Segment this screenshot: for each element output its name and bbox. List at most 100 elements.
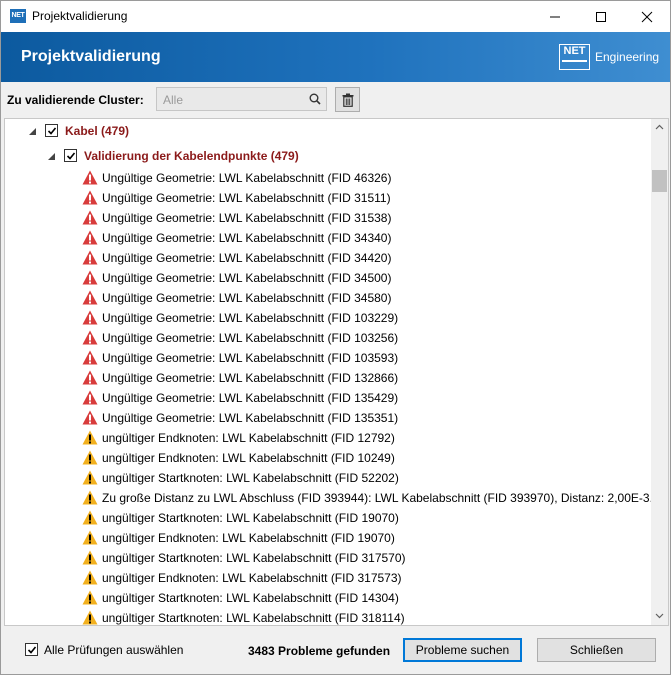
tree-node-kabelendpunkte-label: Validierung der Kabelendpunkte (479) — [84, 149, 299, 163]
problem-item[interactable]: Ungültige Geometrie: LWL Kabelabschnitt … — [5, 169, 650, 189]
problem-item[interactable]: ungültiger Startknoten: LWL Kabelabschni… — [5, 469, 650, 489]
problem-item[interactable]: Ungültige Geometrie: LWL Kabelabschnitt … — [5, 269, 650, 289]
logo-caption: Engineering — [595, 50, 660, 64]
warning-triangle-icon — [82, 610, 98, 625]
error-triangle-icon — [82, 330, 98, 345]
tree-node-kabel[interactable]: Kabel (479) — [5, 122, 645, 142]
expand-triangle-icon[interactable] — [29, 128, 37, 136]
problem-item[interactable]: Ungültige Geometrie: LWL Kabelabschnitt … — [5, 229, 650, 249]
problem-item-text: ungültiger Endknoten: LWL Kabelabschnitt… — [102, 571, 402, 585]
error-triangle-icon — [82, 290, 98, 305]
minimize-icon — [550, 16, 560, 18]
problem-item-text: Ungültige Geometrie: LWL Kabelabschnitt … — [102, 351, 399, 365]
problem-item-text: ungültiger Endknoten: LWL Kabelabschnitt… — [102, 451, 395, 465]
error-triangle-icon — [82, 350, 98, 365]
warning-triangle-icon — [82, 530, 98, 545]
tree-node-kabel-label: Kabel (479) — [65, 124, 130, 138]
checkmark-icon — [27, 646, 37, 654]
checkmark-icon — [66, 152, 76, 160]
header-banner: Projektvalidierung NET Engineering — [1, 32, 670, 82]
close-window-button[interactable] — [624, 1, 670, 32]
warning-triangle-icon — [82, 510, 98, 525]
scroll-down-arrow-icon[interactable] — [655, 611, 664, 620]
problem-item-text: Ungültige Geometrie: LWL Kabelabschnitt … — [102, 331, 399, 345]
problem-item[interactable]: ungültiger Startknoten: LWL Kabelabschni… — [5, 589, 650, 609]
problem-item[interactable]: Ungültige Geometrie: LWL Kabelabschnitt … — [5, 309, 650, 329]
search-problems-button[interactable]: Probleme suchen — [403, 638, 522, 662]
trash-icon — [342, 93, 354, 107]
problem-item-text: ungültiger Endknoten: LWL Kabelabschnitt… — [102, 431, 395, 445]
select-all-checkbox[interactable] — [25, 643, 38, 656]
problem-item-text: Ungültige Geometrie: LWL Kabelabschnitt … — [102, 211, 392, 225]
error-triangle-icon — [82, 410, 98, 425]
close-button[interactable]: Schließen — [537, 638, 656, 662]
problem-item[interactable]: ungültiger Startknoten: LWL Kabelabschni… — [5, 509, 650, 529]
error-triangle-icon — [82, 210, 98, 225]
problem-item[interactable]: ungültiger Endknoten: LWL Kabelabschnitt… — [5, 529, 650, 549]
cluster-search-input[interactable]: Alle — [156, 87, 327, 111]
net-logo: NET — [559, 44, 590, 70]
validation-tree[interactable]: Kabel (479) Validierung der Kabelendpunk… — [4, 118, 669, 626]
problem-item[interactable]: Ungültige Geometrie: LWL Kabelabschnitt … — [5, 389, 650, 409]
warning-triangle-icon — [82, 490, 98, 505]
problem-item[interactable]: Ungültige Geometrie: LWL Kabelabschnitt … — [5, 329, 650, 349]
warning-triangle-icon — [82, 570, 98, 585]
problem-item[interactable]: Ungültige Geometrie: LWL Kabelabschnitt … — [5, 409, 650, 429]
problem-item[interactable]: Zu große Distanz zu LWL Abschluss (FID 3… — [5, 489, 653, 509]
error-triangle-icon — [82, 310, 98, 325]
close-icon — [641, 11, 653, 23]
clear-filter-button[interactable] — [335, 87, 360, 112]
select-all-label[interactable]: Alle Prüfungen auswählen — [44, 643, 183, 657]
problem-item[interactable]: Ungültige Geometrie: LWL Kabelabschnitt … — [5, 369, 650, 389]
error-triangle-icon — [82, 270, 98, 285]
scroll-up-arrow-icon[interactable] — [655, 123, 664, 132]
problem-item[interactable]: ungültiger Endknoten: LWL Kabelabschnitt… — [5, 569, 650, 589]
problem-item-text: ungültiger Endknoten: LWL Kabelabschnitt… — [102, 531, 395, 545]
problem-item[interactable]: Ungültige Geometrie: LWL Kabelabschnitt … — [5, 189, 650, 209]
problem-item[interactable]: Ungültige Geometrie: LWL Kabelabschnitt … — [5, 249, 650, 269]
problem-item-text: Ungültige Geometrie: LWL Kabelabschnitt … — [102, 231, 392, 245]
problem-item-text: Ungültige Geometrie: LWL Kabelabschnitt … — [102, 191, 391, 205]
problem-item-text: Ungültige Geometrie: LWL Kabelabschnitt … — [102, 271, 392, 285]
problem-item-text: ungültiger Startknoten: LWL Kabelabschni… — [102, 611, 405, 625]
error-triangle-icon — [82, 230, 98, 245]
cluster-filter-label: Zu validierende Cluster: — [7, 93, 144, 107]
checkbox-kabel[interactable] — [45, 124, 58, 137]
cluster-search-placeholder: Alle — [163, 93, 184, 107]
problem-item-text: Ungültige Geometrie: LWL Kabelabschnitt … — [102, 171, 392, 185]
problem-item[interactable]: Ungültige Geometrie: LWL Kabelabschnitt … — [5, 209, 650, 229]
tree-node-kabelendpunkte[interactable]: Validierung der Kabelendpunkte (479) — [5, 147, 645, 167]
problem-item-text: Zu große Distanz zu LWL Abschluss (FID 3… — [102, 491, 653, 505]
problem-count-status: 3483 Probleme gefunden — [248, 644, 391, 658]
problem-item-text: ungültiger Startknoten: LWL Kabelabschni… — [102, 471, 399, 485]
problem-item-text: Ungültige Geometrie: LWL Kabelabschnitt … — [102, 311, 399, 325]
problem-item-text: ungültiger Startknoten: LWL Kabelabschni… — [102, 511, 399, 525]
problem-item-text: Ungültige Geometrie: LWL Kabelabschnitt … — [102, 391, 399, 405]
checkmark-icon — [47, 127, 57, 135]
vertical-scrollbar[interactable] — [651, 119, 668, 625]
problem-item[interactable]: ungültiger Endknoten: LWL Kabelabschnitt… — [5, 429, 650, 449]
projektvalidierung-window: NET Projektvalidierung Projektvalidierun… — [0, 0, 671, 675]
problem-item[interactable]: ungültiger Startknoten: LWL Kabelabschni… — [5, 549, 650, 569]
error-triangle-icon — [82, 390, 98, 405]
error-triangle-icon — [82, 250, 98, 265]
problem-item-text: ungültiger Startknoten: LWL Kabelabschni… — [102, 551, 406, 565]
warning-triangle-icon — [82, 590, 98, 605]
maximize-button[interactable] — [578, 1, 624, 32]
title-bar: NET Projektvalidierung — [1, 1, 670, 32]
problem-item[interactable]: ungültiger Endknoten: LWL Kabelabschnitt… — [5, 449, 650, 469]
problem-item[interactable]: Ungültige Geometrie: LWL Kabelabschnitt … — [5, 349, 650, 369]
search-icon[interactable] — [309, 93, 321, 105]
minimize-button[interactable] — [532, 1, 578, 32]
scrollbar-thumb[interactable] — [652, 170, 667, 192]
error-triangle-icon — [82, 170, 98, 185]
expand-triangle-icon[interactable] — [48, 153, 56, 161]
problem-item-text: Ungültige Geometrie: LWL Kabelabschnitt … — [102, 291, 392, 305]
warning-triangle-icon — [82, 430, 98, 445]
banner-title: Projektvalidierung — [21, 48, 161, 65]
checkbox-kabelendpunkte[interactable] — [64, 149, 77, 162]
problem-item[interactable]: ungültiger Startknoten: LWL Kabelabschni… — [5, 609, 650, 625]
warning-triangle-icon — [82, 470, 98, 485]
problem-item-text: Ungültige Geometrie: LWL Kabelabschnitt … — [102, 411, 399, 425]
problem-item[interactable]: Ungültige Geometrie: LWL Kabelabschnitt … — [5, 289, 650, 309]
